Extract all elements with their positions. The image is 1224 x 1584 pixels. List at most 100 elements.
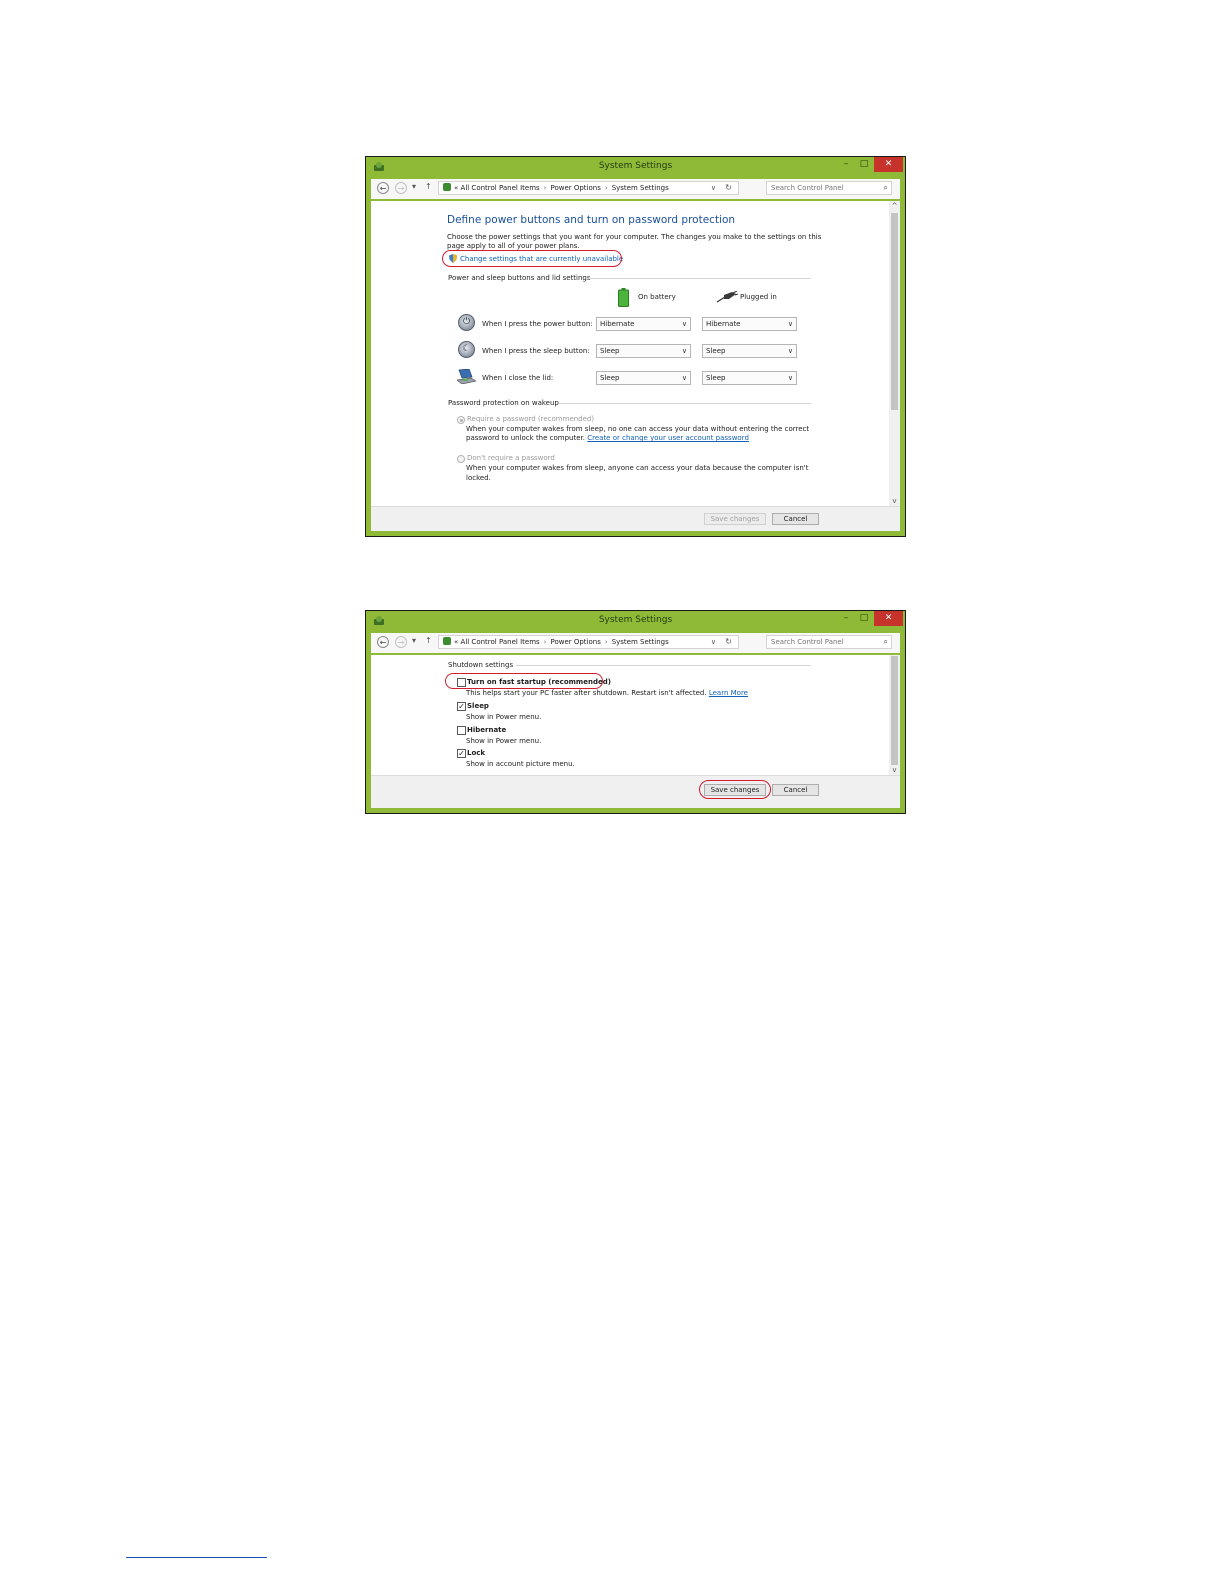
require-password-radio[interactable] — [457, 416, 465, 424]
search-box[interactable]: ⌕ — [766, 181, 892, 195]
dont-require-password-label: Don't require a password — [467, 454, 555, 462]
section-divider — [587, 278, 811, 279]
close-button[interactable]: ✕ — [874, 157, 903, 172]
column-header-on-battery: On battery — [638, 293, 676, 301]
select-value: Sleep — [600, 347, 620, 355]
back-icon[interactable]: ← — [377, 182, 389, 194]
up-icon[interactable]: ↑ — [425, 636, 432, 645]
search-icon[interactable]: ⌕ — [884, 182, 888, 194]
hibernate-checkbox[interactable] — [457, 726, 466, 735]
close-lid-plugged-in-select[interactable]: Sleep ∨ — [702, 371, 797, 385]
page-description-line2: page apply to all of your power plans. — [447, 242, 580, 250]
page-content: Shutdown settings Turn on fast startup (… — [371, 655, 888, 776]
sleep-button-label: When I press the sleep button: — [482, 347, 590, 355]
breadcrumb-prefix[interactable]: « — [454, 638, 458, 646]
refresh-icon[interactable]: ↻ — [725, 182, 732, 194]
select-value: Hibernate — [706, 320, 741, 328]
recent-locations-icon[interactable]: ▾ — [412, 636, 416, 645]
lock-option-description: Show in account picture menu. — [466, 760, 575, 768]
highlight-oval-change-settings — [442, 250, 622, 267]
address-bar[interactable]: « All Control Panel Items › Power Options ›… — [438, 635, 739, 649]
close-button[interactable]: ✕ — [874, 611, 903, 626]
cancel-button[interactable]: Cancel — [772, 513, 819, 525]
breadcrumb-power-options[interactable]: Power Options — [550, 638, 600, 646]
dont-require-password-radio[interactable] — [457, 455, 465, 463]
section-heading-shutdown: Shutdown settings — [448, 661, 514, 669]
learn-more-link[interactable]: Learn More — [709, 689, 748, 697]
page-description-line1: Choose the power settings that you want … — [447, 233, 822, 241]
scrollbar-thumb[interactable] — [891, 656, 898, 765]
breadcrumb-all-control-panel-items[interactable]: All Control Panel Items — [461, 184, 540, 192]
forward-icon[interactable]: → — [395, 636, 407, 648]
power-button-on-battery-select[interactable]: Hibernate ∨ — [596, 317, 691, 331]
dont-require-description-line1: When your computer wakes from sleep, any… — [466, 464, 809, 472]
minimize-button[interactable]: – — [839, 611, 853, 626]
breadcrumb-prefix[interactable]: « — [454, 184, 458, 192]
system-settings-window-power-buttons: System Settings – □ ✕ ← → ▾ ↑ « All Cont… — [365, 156, 906, 537]
chevron-down-icon: ∨ — [681, 374, 687, 382]
address-bar[interactable]: « All Control Panel Items › Power Options ›… — [438, 181, 739, 195]
power-plug-icon — [716, 291, 738, 303]
sleep-button-on-battery-select[interactable]: Sleep ∨ — [596, 344, 691, 358]
close-lid-on-battery-select[interactable]: Sleep ∨ — [596, 371, 691, 385]
laptop-lid-icon — [457, 369, 476, 384]
search-input[interactable] — [771, 636, 871, 648]
cancel-button[interactable]: Cancel — [772, 784, 819, 796]
dialog-footer: Save changes Cancel — [371, 775, 900, 808]
scrollbar-thumb[interactable] — [891, 213, 898, 410]
battery-icon — [618, 288, 629, 307]
minimize-button[interactable]: – — [839, 157, 853, 172]
chevron-down-icon: ∨ — [787, 320, 793, 328]
chevron-down-icon: ∨ — [787, 347, 793, 355]
up-icon[interactable]: ↑ — [425, 182, 432, 191]
sleep-button-plugged-in-select[interactable]: Sleep ∨ — [702, 344, 797, 358]
require-password-description-line1: When your computer wakes from sleep, no … — [466, 425, 810, 433]
navigation-bar: ← → ▾ ↑ « All Control Panel Items › Power … — [371, 179, 900, 199]
title-bar[interactable]: System Settings – □ ✕ — [366, 611, 905, 632]
breadcrumb-separator[interactable]: › — [540, 184, 551, 192]
breadcrumb-separator[interactable]: › — [601, 184, 612, 192]
dialog-footer: Save changes Cancel — [371, 506, 900, 531]
maximize-button[interactable]: □ — [857, 157, 871, 172]
scroll-down-icon[interactable]: v — [889, 766, 900, 774]
power-button-label: When I press the power button: — [482, 320, 593, 328]
chevron-down-icon: ∨ — [681, 347, 687, 355]
breadcrumb-separator[interactable]: › — [601, 638, 612, 646]
lock-checkbox[interactable]: ✓ — [457, 749, 466, 758]
title-bar[interactable]: System Settings – □ ✕ — [366, 157, 905, 178]
vertical-scrollbar[interactable]: v — [889, 655, 900, 775]
sleep-checkbox[interactable]: ✓ — [457, 702, 466, 711]
fast-startup-description: This helps start your PC faster after sh… — [466, 689, 748, 697]
section-divider — [559, 403, 811, 404]
control-panel-icon — [443, 183, 451, 191]
forward-icon[interactable]: → — [395, 182, 407, 194]
refresh-icon[interactable]: ↻ — [725, 636, 732, 648]
account-password-link[interactable]: Create or change your user account passw… — [587, 434, 749, 442]
page-title: Define power buttons and turn on passwor… — [447, 214, 736, 226]
breadcrumb-system-settings[interactable]: System Settings — [612, 184, 669, 192]
search-box[interactable]: ⌕ — [766, 635, 892, 649]
navigation-bar: ← → ▾ ↑ « All Control Panel Items › Power … — [371, 633, 900, 653]
breadcrumb-separator[interactable]: › — [540, 638, 551, 646]
scroll-up-icon[interactable]: ^ — [889, 202, 900, 210]
address-dropdown-icon[interactable]: ∨ — [711, 636, 716, 648]
vertical-scrollbar[interactable]: ^ v — [889, 201, 900, 506]
hibernate-option-label: Hibernate — [467, 726, 507, 734]
breadcrumb-power-options[interactable]: Power Options — [550, 184, 600, 192]
recent-locations-icon[interactable]: ▾ — [412, 182, 416, 191]
hibernate-option-description: Show in Power menu. — [466, 737, 542, 745]
power-button-plugged-in-select[interactable]: Hibernate ∨ — [702, 317, 797, 331]
search-icon[interactable]: ⌕ — [884, 636, 888, 648]
breadcrumb-all-control-panel-items[interactable]: All Control Panel Items — [461, 638, 540, 646]
window-title: System Settings — [598, 161, 673, 171]
scroll-down-icon[interactable]: v — [889, 497, 900, 505]
search-input[interactable] — [771, 182, 871, 194]
maximize-button[interactable]: □ — [857, 611, 871, 626]
system-settings-window-shutdown: System Settings – □ ✕ ← → ▾ ↑ « All Cont… — [365, 610, 906, 814]
back-icon[interactable]: ← — [377, 636, 389, 648]
power-button-icon: ⏻ — [458, 314, 475, 331]
breadcrumb-system-settings[interactable]: System Settings — [612, 638, 669, 646]
save-changes-button[interactable]: Save changes — [704, 513, 766, 525]
content-area: Shutdown settings Turn on fast startup (… — [371, 655, 900, 808]
address-dropdown-icon[interactable]: ∨ — [711, 182, 716, 194]
